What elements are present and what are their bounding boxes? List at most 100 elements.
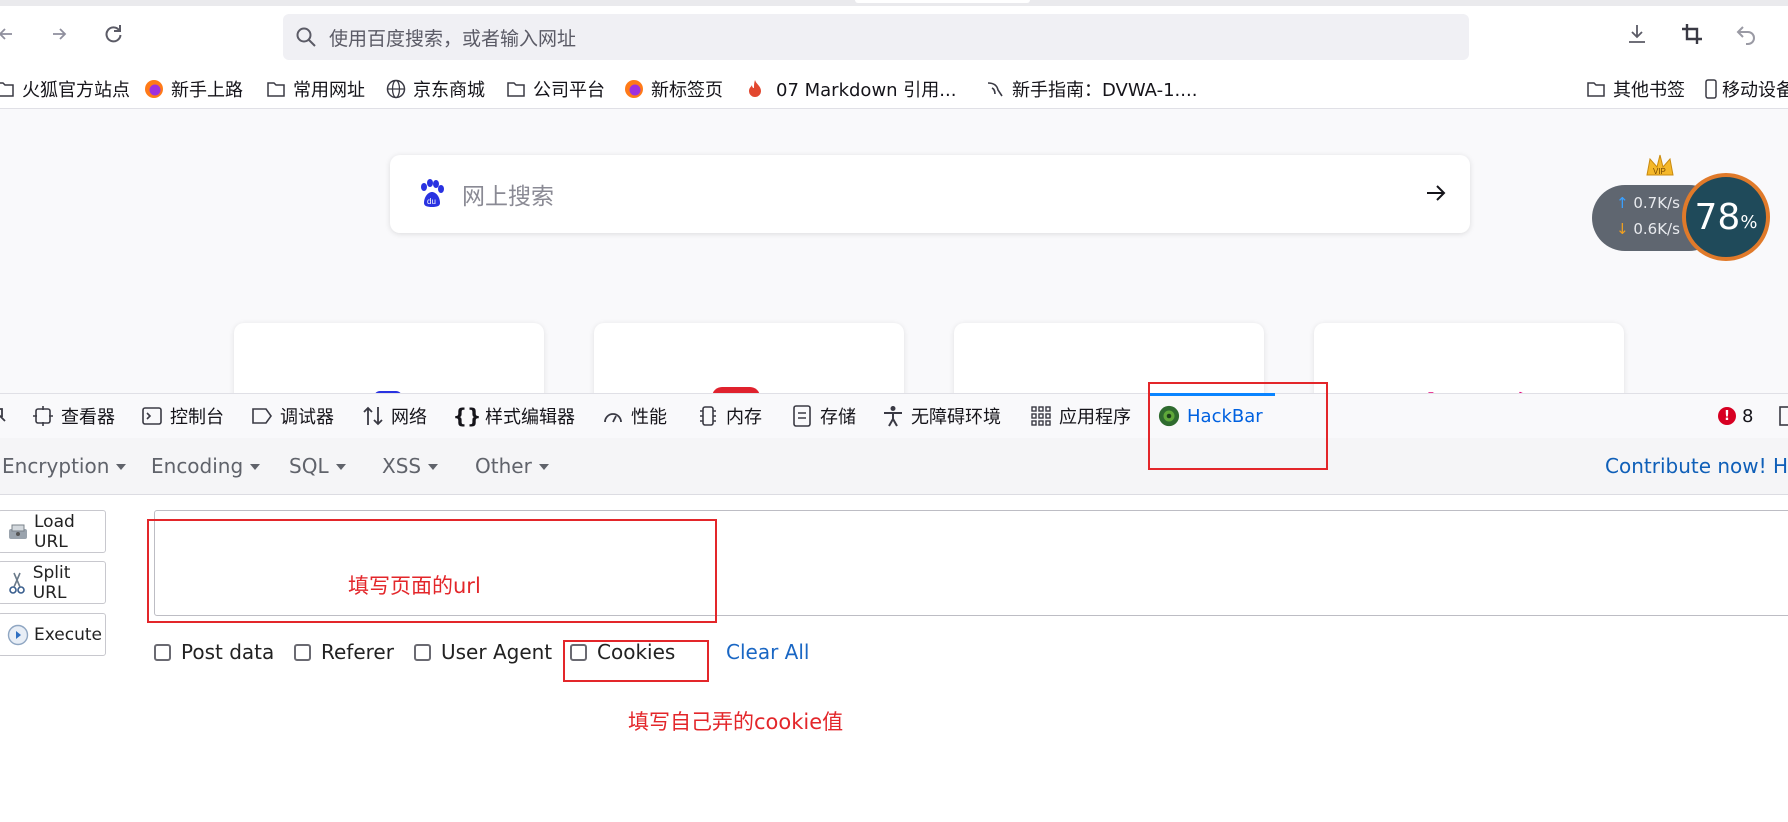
crop-icon[interactable]: [1678, 20, 1706, 48]
clear-all-link[interactable]: Clear All: [726, 640, 809, 664]
bookmark-item[interactable]: 公司平台: [505, 76, 605, 102]
post-data-checkbox[interactable]: Post data: [154, 640, 274, 664]
annotation-cookie-note: 填写自己弄的cookie值: [628, 710, 844, 734]
menu-xss[interactable]: XSS: [382, 438, 439, 494]
tab-style-editor[interactable]: {} 样式编辑器: [452, 394, 575, 438]
url-bar[interactable]: 使用百度搜索，或者输入网址: [283, 14, 1469, 60]
load-icon: [7, 521, 29, 543]
bookmark-label: 新手指南：DVWA-1....: [1012, 80, 1198, 101]
back-icon[interactable]: [0, 20, 20, 48]
load-url-button[interactable]: Load URL: [0, 510, 106, 553]
bookmark-item[interactable]: 常用网址: [265, 76, 365, 102]
forward-icon[interactable]: [45, 20, 73, 48]
firefox-icon: [143, 78, 165, 100]
braces-icon: {}: [452, 404, 482, 428]
bookmark-item[interactable]: 京东商城: [385, 76, 485, 102]
bookmark-label: 火狐官方站点: [22, 80, 130, 101]
flame-icon: [744, 78, 766, 100]
up-arrow-icon: ↑: [1616, 194, 1629, 212]
memory-percent-ring: 78%: [1682, 173, 1770, 261]
annotation-box-cookies: [563, 640, 709, 682]
tab-console[interactable]: 控制台: [141, 394, 224, 438]
search-icon: [295, 26, 317, 48]
bookmark-label: 常用网址: [293, 80, 365, 101]
grid-icon: [1030, 405, 1052, 427]
debugger-icon: [251, 405, 273, 427]
svg-text:VIP: VIP: [1653, 167, 1666, 176]
devtools-tabbar: 查看器 控制台 调试器 网络 {} 样式编辑器 性能 内存 存储 无障碍环境 应…: [0, 393, 1788, 439]
tab-network[interactable]: 网络: [362, 394, 427, 438]
tab-inspector[interactable]: 查看器: [32, 394, 115, 438]
reload-icon[interactable]: [99, 20, 127, 48]
shortcut-tile[interactable]: [594, 323, 904, 393]
caret-down-icon: [428, 464, 439, 470]
download-icon[interactable]: [1623, 20, 1651, 48]
bookmark-label: 京东商城: [413, 80, 485, 101]
tab-application[interactable]: 应用程序: [1030, 394, 1131, 438]
folder-icon: [0, 78, 16, 100]
caret-down-icon: [335, 464, 346, 470]
down-arrow-icon: ↓: [1616, 220, 1629, 238]
tab-accessibility[interactable]: 无障碍环境: [882, 394, 1001, 438]
menu-encryption[interactable]: Encryption: [2, 438, 127, 494]
bookmark-item[interactable]: 07 Markdown 引用...: [744, 76, 956, 102]
kali-icon: [984, 78, 1006, 100]
annotation-box-hackbar: [1148, 382, 1328, 470]
upload-speed: ↑ 0.7K/s: [1616, 194, 1680, 212]
bookmark-label: 其他书签: [1613, 80, 1685, 101]
tile-label: 喷品会: [1400, 377, 1544, 393]
split-url-button[interactable]: Split URL: [0, 561, 106, 604]
url-placeholder: 使用百度搜索，或者输入网址: [329, 27, 577, 50]
user-agent-checkbox[interactable]: User Agent: [414, 640, 552, 664]
contribute-link[interactable]: Contribute now! Hac: [1605, 438, 1788, 494]
play-icon: [7, 624, 29, 646]
download-speed: ↓ 0.6K/s: [1616, 220, 1680, 238]
menu-encoding[interactable]: Encoding: [151, 438, 261, 494]
bookmark-label: 新标签页: [651, 80, 723, 101]
bookmark-item[interactable]: 其他书签: [1585, 76, 1685, 102]
tab-storage[interactable]: 存储: [791, 394, 856, 438]
error-badge[interactable]: ! 8: [1718, 394, 1753, 438]
bookmark-item[interactable]: 新标签页: [623, 76, 723, 102]
network-icon: [362, 405, 384, 427]
memory-percent: 78: [1694, 196, 1741, 238]
menu-other[interactable]: Other: [475, 438, 549, 494]
firefox-icon: [623, 78, 645, 100]
console-icon: [141, 405, 163, 427]
shortcut-tile[interactable]: 喷品会: [1314, 323, 1624, 393]
web-search-box[interactable]: du 网上搜索: [390, 155, 1470, 233]
bookmark-item[interactable]: 新手指南：DVWA-1....: [984, 76, 1197, 102]
tab-performance[interactable]: 性能: [602, 394, 667, 438]
caret-down-icon: [250, 464, 261, 470]
accessibility-icon: [882, 405, 904, 427]
caret-down-icon: [538, 464, 549, 470]
memory-icon: [697, 405, 719, 427]
referer-checkbox[interactable]: Referer: [294, 640, 394, 664]
dock-icon[interactable]: [1778, 394, 1788, 438]
tab-memory[interactable]: 内存: [697, 394, 762, 438]
vip-crown-icon: VIP: [1644, 151, 1676, 181]
scissors-icon: [7, 572, 28, 594]
bookmark-label: 公司平台: [533, 80, 605, 101]
menu-sql[interactable]: SQL: [289, 438, 346, 494]
baidu-icon: du: [418, 179, 446, 209]
shortcut-tile[interactable]: [234, 323, 544, 393]
bookmark-label: 新手上路: [171, 80, 243, 101]
bookmark-item[interactable]: 新手上路: [143, 76, 243, 102]
bookmark-label: 移动设备: [1722, 80, 1788, 101]
web-search-placeholder: 网上搜索: [462, 184, 554, 210]
arrow-right-icon[interactable]: [1424, 181, 1448, 205]
execute-button[interactable]: Execute: [0, 613, 106, 656]
network-speed-widget: ↑ 0.7K/s ↓ 0.6K/s 78% VIP: [1590, 154, 1770, 269]
storage-icon: [791, 405, 813, 427]
globe-icon: [385, 78, 407, 100]
bookmark-item[interactable]: 火狐官方站点: [0, 76, 130, 102]
browser-toolbar: 使用百度搜索，或者输入网址: [0, 6, 1788, 60]
undo-icon[interactable]: [1732, 20, 1760, 48]
picker-icon[interactable]: [0, 394, 6, 438]
bookmark-item[interactable]: 移动设备: [1703, 76, 1788, 102]
bookmarks-toolbar: 火狐官方站点 新手上路 常用网址 京东商城 公司平台 新标签页 07 Markd…: [0, 70, 1788, 108]
inspector-icon: [32, 405, 54, 427]
tab-debugger[interactable]: 调试器: [251, 394, 334, 438]
hackbar-menubar: Encryption Encoding SQL XSS Other Contri…: [0, 438, 1788, 495]
